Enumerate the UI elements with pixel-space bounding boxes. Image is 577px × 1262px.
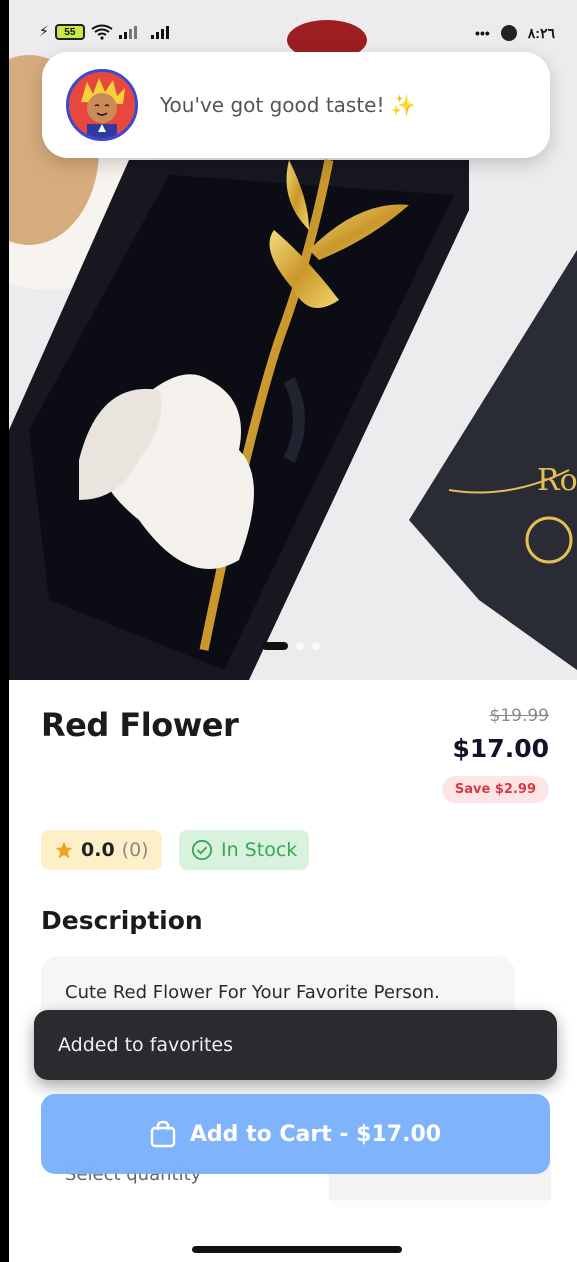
clock: ٨:٢٦	[527, 24, 555, 41]
product-screen: Ro ⚡ 55 ••• ٨:٢٦ You've got good taste! …	[9, 0, 577, 1262]
stock-badge: In Stock	[179, 830, 310, 870]
rating-count: (0)	[121, 839, 149, 861]
battery-icon: 55	[54, 24, 85, 40]
check-circle-icon	[191, 839, 213, 861]
sale-price: $17.00	[452, 734, 549, 763]
favorites-snackbar: Added to favorites	[34, 1010, 557, 1080]
signal-icon	[118, 26, 137, 39]
home-indicator[interactable]	[192, 1246, 402, 1253]
description-heading: Description	[41, 906, 203, 935]
add-to-cart-label: Add to Cart - $17.00	[189, 1121, 442, 1147]
carousel-dot[interactable]	[296, 642, 304, 650]
charging-icon: ⚡	[39, 24, 49, 40]
original-price: $19.99	[489, 706, 549, 726]
wifi-icon	[91, 24, 113, 40]
snackbar-message: Added to favorites	[58, 1034, 234, 1056]
signal-2-icon	[150, 26, 169, 39]
stock-label: In Stock	[221, 839, 298, 861]
good-taste-toast: You've got good taste! ✨	[42, 52, 550, 158]
description-text: Cute Red Flower For Your Favorite Person…	[65, 982, 440, 1003]
carousel-indicator	[262, 642, 320, 650]
save-badge: Save $2.99	[441, 776, 549, 803]
carousel-dot[interactable]	[312, 642, 320, 650]
toast-message: You've got good taste! ✨	[160, 93, 416, 117]
shopping-bag-icon	[150, 1120, 176, 1148]
product-title: Red Flower	[41, 706, 239, 744]
avatar-face-icon	[69, 72, 135, 138]
status-right: ••• ٨:٢٦	[475, 24, 555, 42]
more-notifications-icon: •••	[475, 25, 490, 41]
carousel-dot-active[interactable]	[262, 642, 288, 650]
rating-badge: 0.0 (0)	[41, 830, 162, 870]
star-icon	[55, 841, 73, 859]
add-to-cart-button[interactable]: Add to Cart - $17.00	[41, 1094, 550, 1174]
avatar	[66, 69, 138, 141]
rating-value: 0.0	[81, 839, 115, 861]
app-notification-icon	[500, 25, 517, 41]
status-left: ⚡ 55	[39, 24, 177, 40]
